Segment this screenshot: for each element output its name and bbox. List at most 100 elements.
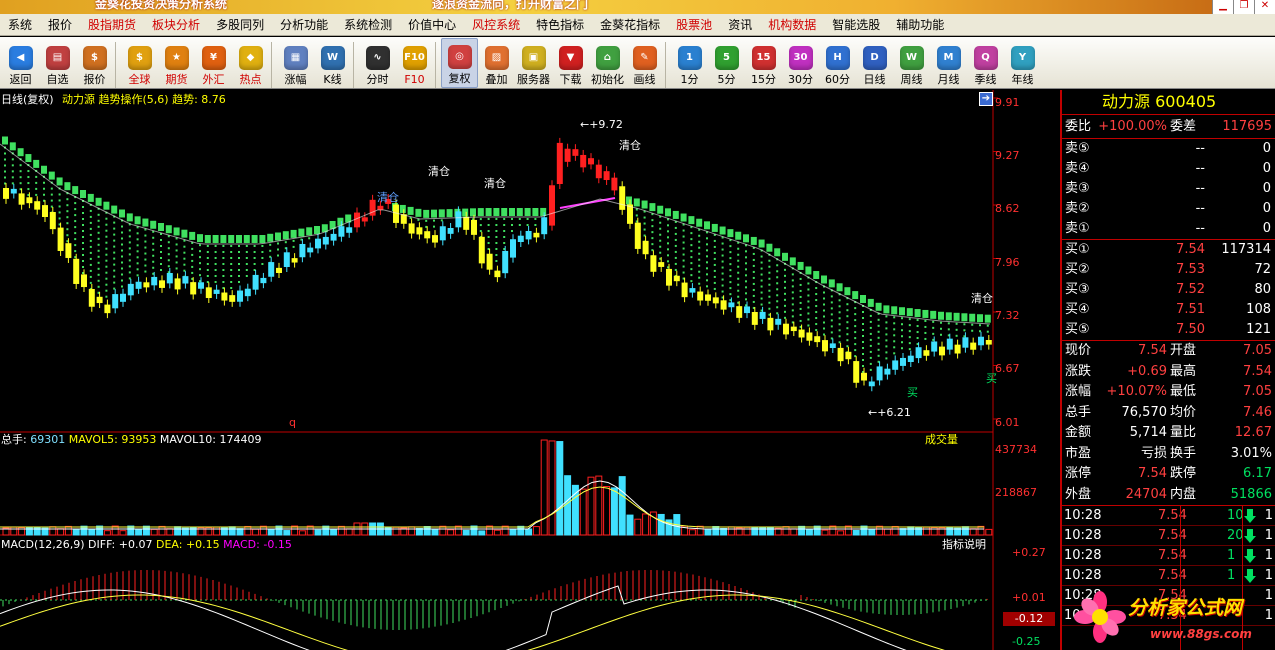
menu-3[interactable]: 板块分析 — [144, 14, 208, 36]
buy-level-row[interactable]: 买③ 7.52 80 — [1062, 280, 1275, 300]
toolbar-label: 返回 — [9, 73, 32, 86]
menu-0[interactable]: 系统 — [0, 14, 40, 36]
1min-icon: 1 — [677, 46, 702, 70]
macd-axis-2: +0.01 — [1012, 591, 1046, 604]
price-axis-7: 6.01 — [995, 416, 1020, 429]
toolbar-button-18[interactable]: ▼ 下载 — [552, 38, 589, 88]
toolbar-button-15[interactable]: ◎ 复权 — [441, 38, 478, 88]
sell-level-row[interactable]: 卖⑤ -- 0 — [1062, 139, 1275, 159]
toolbar-button-1[interactable]: ▤ 自选 — [39, 38, 76, 88]
signal-clear-3: 清仓 — [377, 191, 399, 204]
buy-level-row[interactable]: 买② 7.53 72 — [1062, 260, 1275, 280]
menu-bar: 系统 报价 股指期货 板块分析 多股同列 分析功能 系统检测 价值中心 风控系统 特色指标 金葵花指… — [0, 14, 1275, 36]
signal-clear-2: 清仓 — [484, 177, 506, 190]
toolbar-button-22[interactable]: 1 1分 — [671, 38, 708, 88]
toolbar-label: 分时 — [366, 73, 389, 86]
buy-level-row[interactable]: 买① 7.54 117314 — [1062, 240, 1275, 260]
close-icon[interactable]: ✕ — [1254, 0, 1275, 14]
trend-value: 8.76 — [201, 93, 226, 106]
15min-icon: 15 — [751, 46, 776, 70]
down-arrow-icon — [1244, 549, 1256, 563]
menu-11[interactable]: 股票池 — [668, 14, 720, 36]
toolbar-button-29[interactable]: M 月线 — [930, 38, 967, 88]
menu-15[interactable]: 辅助功能 — [888, 14, 952, 36]
toolbar-label: 季线 — [974, 73, 997, 86]
toolbar-button-5[interactable]: ★ 期货 — [158, 38, 195, 88]
toolbar-button-13[interactable]: F10 F10 — [396, 38, 433, 88]
sell-level-row[interactable]: 卖③ -- 0 — [1062, 179, 1275, 199]
stock-name: 动力源 — [1102, 92, 1151, 111]
toolbar-button-0[interactable]: ◀ 返回 — [2, 38, 39, 88]
toolbar-label: 月线 — [937, 73, 960, 86]
low-marker: ←+6.21 — [868, 406, 911, 419]
toolbar-button-6[interactable]: ¥ 外汇 — [195, 38, 232, 88]
sell-level-row[interactable]: 卖② -- 0 — [1062, 199, 1275, 219]
futures-icon: ★ — [164, 46, 189, 70]
toolbar-button-27[interactable]: D 日线 — [856, 38, 893, 88]
toolbar-button-26[interactable]: H 60分 — [819, 38, 856, 88]
basket-icon: ▤ — [45, 46, 70, 70]
menu-2[interactable]: 股指期货 — [80, 14, 144, 36]
macd-axis-4: -0.25 — [1012, 635, 1041, 648]
price-axis-4: 7.96 — [995, 256, 1020, 269]
toolbar-button-4[interactable]: $ 全球 — [121, 38, 158, 88]
title-bar: 金葵花投资决策分析系统 逐浪资金流向，打开财富之门 ▁ ❐ ✕ — [0, 0, 1275, 14]
toolbar-button-17[interactable]: ▣ 服务器 — [515, 38, 552, 88]
menu-7[interactable]: 价值中心 — [400, 14, 464, 36]
toolbar-button-20[interactable]: ✎ 画线 — [626, 38, 663, 88]
menu-4[interactable]: 多股同列 — [208, 14, 272, 36]
toolbar-button-31[interactable]: Y 年线 — [1004, 38, 1041, 88]
menu-14[interactable]: 智能选股 — [824, 14, 888, 36]
menu-9[interactable]: 特色指标 — [528, 14, 592, 36]
minimize-icon[interactable]: ▁ — [1212, 0, 1233, 14]
menu-5[interactable]: 分析功能 — [272, 14, 336, 36]
toolbar-button-25[interactable]: 30 30分 — [782, 38, 819, 88]
toolbar-button-28[interactable]: W 周线 — [893, 38, 930, 88]
menu-13[interactable]: 机构数据 — [760, 14, 824, 36]
hot-icon: ◆ — [238, 46, 263, 70]
toolbar-button-2[interactable]: $ 报价 — [76, 38, 113, 88]
toolbar-button-23[interactable]: 5 5分 — [708, 38, 745, 88]
menu-10[interactable]: 金葵花指标 — [592, 14, 668, 36]
globe-icon: $ — [127, 46, 152, 70]
title-slogan: 逐浪资金流向，打开财富之门 — [432, 0, 589, 11]
toolbar-button-12[interactable]: ∿ 分时 — [359, 38, 396, 88]
back-icon: ◀ — [8, 46, 33, 70]
toolbar-button-10[interactable]: W K线 — [314, 38, 351, 88]
buy-level-row[interactable]: 买⑤ 7.50 121 — [1062, 320, 1275, 340]
toolbar-button-7[interactable]: ◆ 热点 — [232, 38, 269, 88]
toolbar-button-16[interactable]: ▨ 叠加 — [478, 38, 515, 88]
menu-6[interactable]: 系统检测 — [336, 14, 400, 36]
stat-row: 涨幅 +10.07% 最低 7.05 — [1065, 384, 1272, 399]
down-arrow-icon — [1244, 509, 1256, 523]
kline-chart[interactable]: 日线(复权) 动力源 趋势操作(5,6) 趋势: 8.76 ➔ 9.91 9.2… — [0, 90, 1060, 650]
buy-level-row[interactable]: 买④ 7.51 108 — [1062, 300, 1275, 320]
restore-window-icon[interactable]: ❐ — [1233, 0, 1254, 14]
toolbar-label: 复权 — [448, 72, 471, 85]
marker-q: q — [289, 416, 296, 429]
toolbar-label: 初始化 — [591, 73, 624, 86]
toolbar-label: 15分 — [751, 73, 776, 86]
signal-buy-1: 买 — [907, 386, 918, 399]
volume-axis-1: 437734 — [995, 443, 1037, 456]
server-icon: ▣ — [521, 46, 546, 70]
sell-level-row[interactable]: 卖④ -- 0 — [1062, 159, 1275, 179]
toolbar-button-9[interactable]: ▦ 涨幅 — [277, 38, 314, 88]
forex-icon: ¥ — [201, 46, 226, 70]
menu-12[interactable]: 资讯 — [720, 14, 760, 36]
indicator-help-button[interactable]: 指标说明 — [942, 538, 986, 552]
toolbar-button-30[interactable]: Q 季线 — [967, 38, 1004, 88]
expand-arrow-icon[interactable]: ➔ — [979, 92, 993, 106]
menu-8[interactable]: 风控系统 — [464, 14, 528, 36]
sell-level-row[interactable]: 卖① -- 0 — [1062, 219, 1275, 239]
toolbar-label: 日线 — [863, 73, 886, 86]
toolbar-button-19[interactable]: ⌂ 初始化 — [589, 38, 626, 88]
toolbar-label: 自选 — [46, 73, 69, 86]
draw-icon: ✎ — [632, 46, 657, 70]
toolbar-button-24[interactable]: 15 15分 — [745, 38, 782, 88]
toolbar-label: 外汇 — [202, 73, 225, 86]
intraday-icon: ∿ — [365, 46, 390, 70]
price-axis-1: 9.91 — [995, 96, 1020, 109]
toolbar-label: K线 — [323, 73, 342, 86]
menu-1[interactable]: 报价 — [40, 14, 80, 36]
